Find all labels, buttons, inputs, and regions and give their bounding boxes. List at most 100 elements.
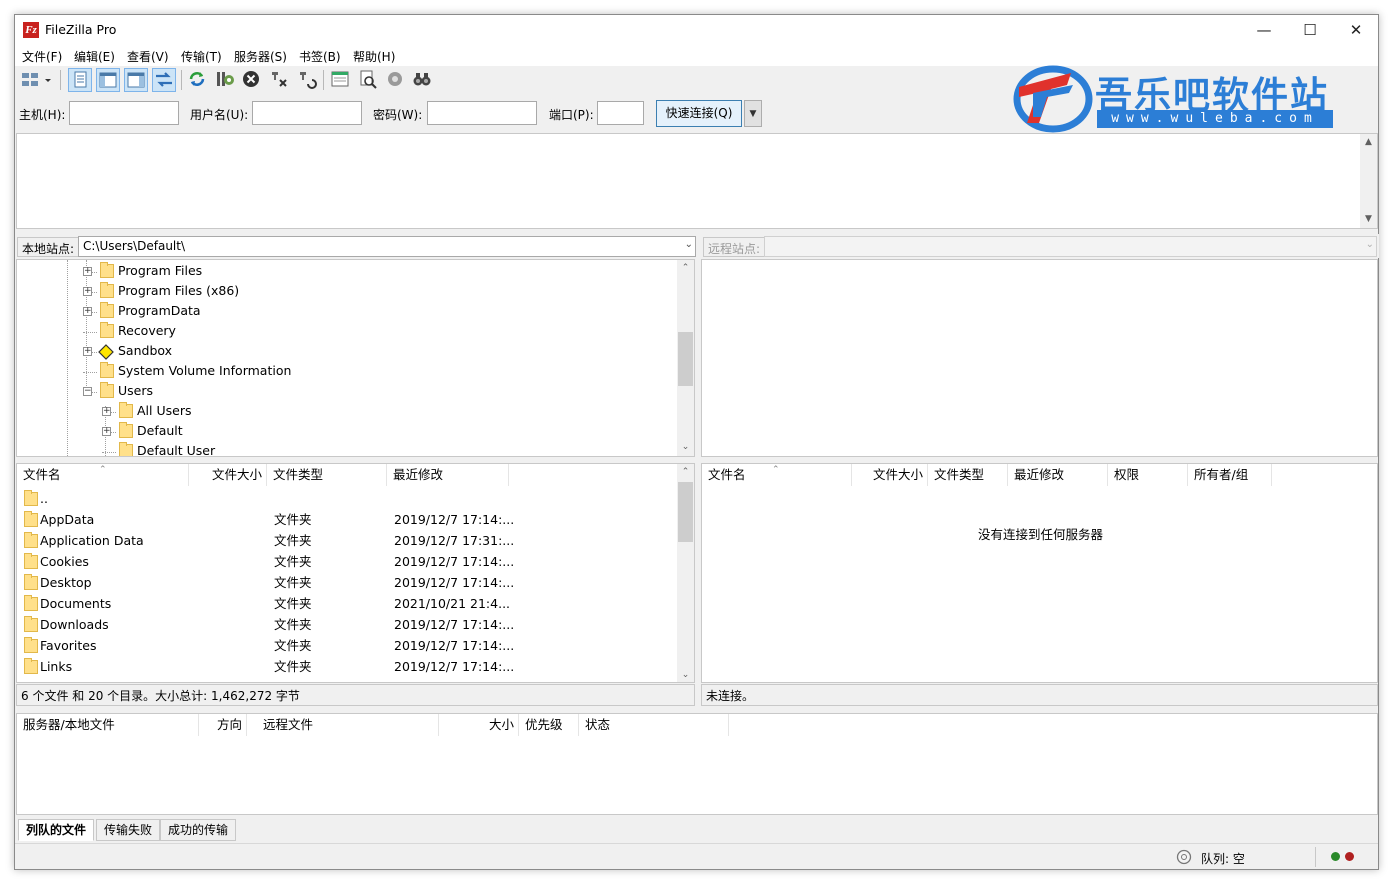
close-button[interactable]: ✕ <box>1333 15 1379 46</box>
tree-item[interactable]: + Default <box>17 422 677 442</box>
tree-item[interactable]: Recovery <box>17 322 677 342</box>
tree-item[interactable]: + ProgramData <box>17 302 677 322</box>
collapse-icon[interactable]: − <box>83 387 92 396</box>
tree-item-label: Default <box>137 423 183 438</box>
directory-filter-icon[interactable] <box>329 68 353 92</box>
scroll-down-icon[interactable]: ▼ <box>1360 211 1377 228</box>
compare-icon[interactable] <box>384 68 408 92</box>
tree-item[interactable]: + Program Files <box>17 262 677 282</box>
remote-column-permissions[interactable]: 权限 <box>1108 464 1188 486</box>
find-files-icon[interactable] <box>411 68 435 92</box>
toggle-remote-tree-icon[interactable] <box>124 68 148 92</box>
queue-column-server-local[interactable]: 服务器/本地文件 <box>17 714 199 736</box>
quickconnect-button[interactable]: 快速连接(Q) <box>656 100 742 127</box>
tree-item[interactable]: System Volume Information <box>17 362 677 382</box>
remote-column-filetype[interactable]: 文件类型 <box>928 464 1008 486</box>
remote-column-modified[interactable]: 最近修改 <box>1008 464 1108 486</box>
local-path-combo[interactable]: C:\Users\Default\ ⌄ <box>78 236 696 257</box>
file-row[interactable]: AppData 文件夹 2019/12/7 17:14:... <box>17 509 677 530</box>
tree-item[interactable]: − Users <box>17 382 677 402</box>
menu-view[interactable]: 查看(V) <box>127 48 169 65</box>
menu-help[interactable]: 帮助(H) <box>353 48 395 65</box>
search-remote-icon[interactable] <box>357 68 381 92</box>
file-modified: 2019/12/7 17:14:... <box>394 617 515 632</box>
status-bar: 队列: 空 <box>15 843 1378 869</box>
expand-icon[interactable]: + <box>83 287 92 296</box>
column-modified[interactable]: 最近修改 <box>387 464 509 486</box>
toggle-message-log-icon[interactable] <box>68 68 92 92</box>
process-queue-icon[interactable] <box>214 68 238 92</box>
toggle-local-tree-icon[interactable] <box>96 68 120 92</box>
expand-icon[interactable]: + <box>102 427 111 436</box>
expand-icon[interactable]: + <box>102 407 111 416</box>
scroll-up-icon[interactable]: ▲ <box>1360 134 1377 151</box>
chevron-down-icon[interactable]: ⌄ <box>685 239 693 250</box>
queue-column-status[interactable]: 状态 <box>579 714 729 736</box>
file-row[interactable]: Application Data 文件夹 2019/12/7 17:31:... <box>17 530 677 551</box>
minimize-button[interactable]: — <box>1241 15 1287 46</box>
tab-failed-transfers[interactable]: 传输失败 <box>96 819 161 841</box>
port-input[interactable] <box>597 101 644 125</box>
local-file-scrollbar[interactable]: ⌃ ⌄ <box>677 464 694 682</box>
tree-item[interactable]: Default User <box>17 442 677 456</box>
password-input[interactable] <box>427 101 537 125</box>
tree-item[interactable]: + All Users <box>17 402 677 422</box>
sandbox-folder-icon <box>98 344 114 360</box>
column-filesize[interactable]: 文件大小 <box>189 464 267 486</box>
queue-column-size[interactable]: 大小 <box>439 714 519 736</box>
maximize-button[interactable]: ☐ <box>1287 15 1333 46</box>
expand-icon[interactable]: + <box>83 347 92 356</box>
toggle-transfer-queue-icon[interactable] <box>152 68 176 92</box>
message-log-scrollbar[interactable]: ▲ ▼ <box>1360 134 1377 228</box>
tab-successful-transfers[interactable]: 成功的传输 <box>160 819 237 841</box>
scroll-thumb[interactable] <box>678 482 693 542</box>
tree-item[interactable]: + Program Files (x86) <box>17 282 677 302</box>
reconnect-icon[interactable] <box>296 68 320 92</box>
filezilla-app-icon: Fz <box>23 22 39 38</box>
file-row[interactable]: .. <box>17 488 677 509</box>
file-row[interactable]: Links 文件夹 2019/12/7 17:14:... <box>17 656 677 677</box>
file-row[interactable]: Downloads 文件夹 2019/12/7 17:14:... <box>17 614 677 635</box>
queue-column-remote-file[interactable]: 远程文件 <box>257 714 439 736</box>
column-filetype[interactable]: 文件类型 <box>267 464 387 486</box>
column-filename[interactable]: 文件名 ⌃ <box>17 464 189 486</box>
scroll-thumb[interactable] <box>678 332 693 386</box>
local-tree-scrollbar[interactable]: ⌃ ⌄ <box>677 260 694 456</box>
tree-item-label: Program Files (x86) <box>118 283 240 298</box>
expand-icon[interactable]: + <box>83 307 92 316</box>
menu-bookmarks[interactable]: 书签(B) <box>299 48 341 65</box>
username-input[interactable] <box>252 101 362 125</box>
file-row[interactable]: Documents 文件夹 2021/10/21 21:4... <box>17 593 677 614</box>
remote-column-filesize[interactable]: 文件大小 <box>852 464 928 486</box>
file-row[interactable]: Favorites 文件夹 2019/12/7 17:14:... <box>17 635 677 656</box>
queue-column-direction[interactable]: 方向 <box>199 714 247 736</box>
scroll-down-icon[interactable]: ⌄ <box>677 439 694 456</box>
cancel-icon[interactable] <box>240 68 264 92</box>
menu-transfer[interactable]: 传输(T) <box>181 48 222 65</box>
quickconnect-history-dropdown[interactable]: ▼ <box>744 100 762 127</box>
disconnect-icon[interactable] <box>268 68 292 92</box>
remote-column-filename[interactable]: 文件名 ⌃ <box>702 464 852 486</box>
menu-edit[interactable]: 编辑(E) <box>74 48 115 65</box>
speed-limit-icon[interactable] <box>1176 849 1192 865</box>
file-row[interactable]: Cookies 文件夹 2019/12/7 17:14:... <box>17 551 677 572</box>
menu-server[interactable]: 服务器(S) <box>234 48 287 65</box>
site-manager-icon[interactable] <box>19 68 53 92</box>
folder-icon <box>119 422 133 438</box>
expand-icon[interactable]: + <box>83 267 92 276</box>
queue-column-priority[interactable]: 优先级 <box>519 714 579 736</box>
scroll-up-icon[interactable]: ⌃ <box>677 260 694 277</box>
remote-column-owner[interactable]: 所有者/组 <box>1188 464 1272 486</box>
scroll-up-icon[interactable]: ⌃ <box>677 464 694 481</box>
local-path-bar: 本地站点: C:\Users\Default\ ⌄ <box>15 234 697 258</box>
tree-item[interactable]: + Sandbox <box>17 342 677 362</box>
file-row[interactable]: Desktop 文件夹 2019/12/7 17:14:... <box>17 572 677 593</box>
file-name: Desktop <box>40 575 92 590</box>
title-bar: Fz FileZilla Pro — ☐ ✕ <box>15 15 1378 46</box>
file-name: Favorites <box>40 638 97 653</box>
tab-queued-files[interactable]: 列队的文件 <box>18 819 95 841</box>
refresh-icon[interactable] <box>186 68 210 92</box>
menu-file[interactable]: 文件(F) <box>22 48 62 65</box>
host-input[interactable] <box>69 101 179 125</box>
scroll-down-icon[interactable]: ⌄ <box>677 667 694 682</box>
